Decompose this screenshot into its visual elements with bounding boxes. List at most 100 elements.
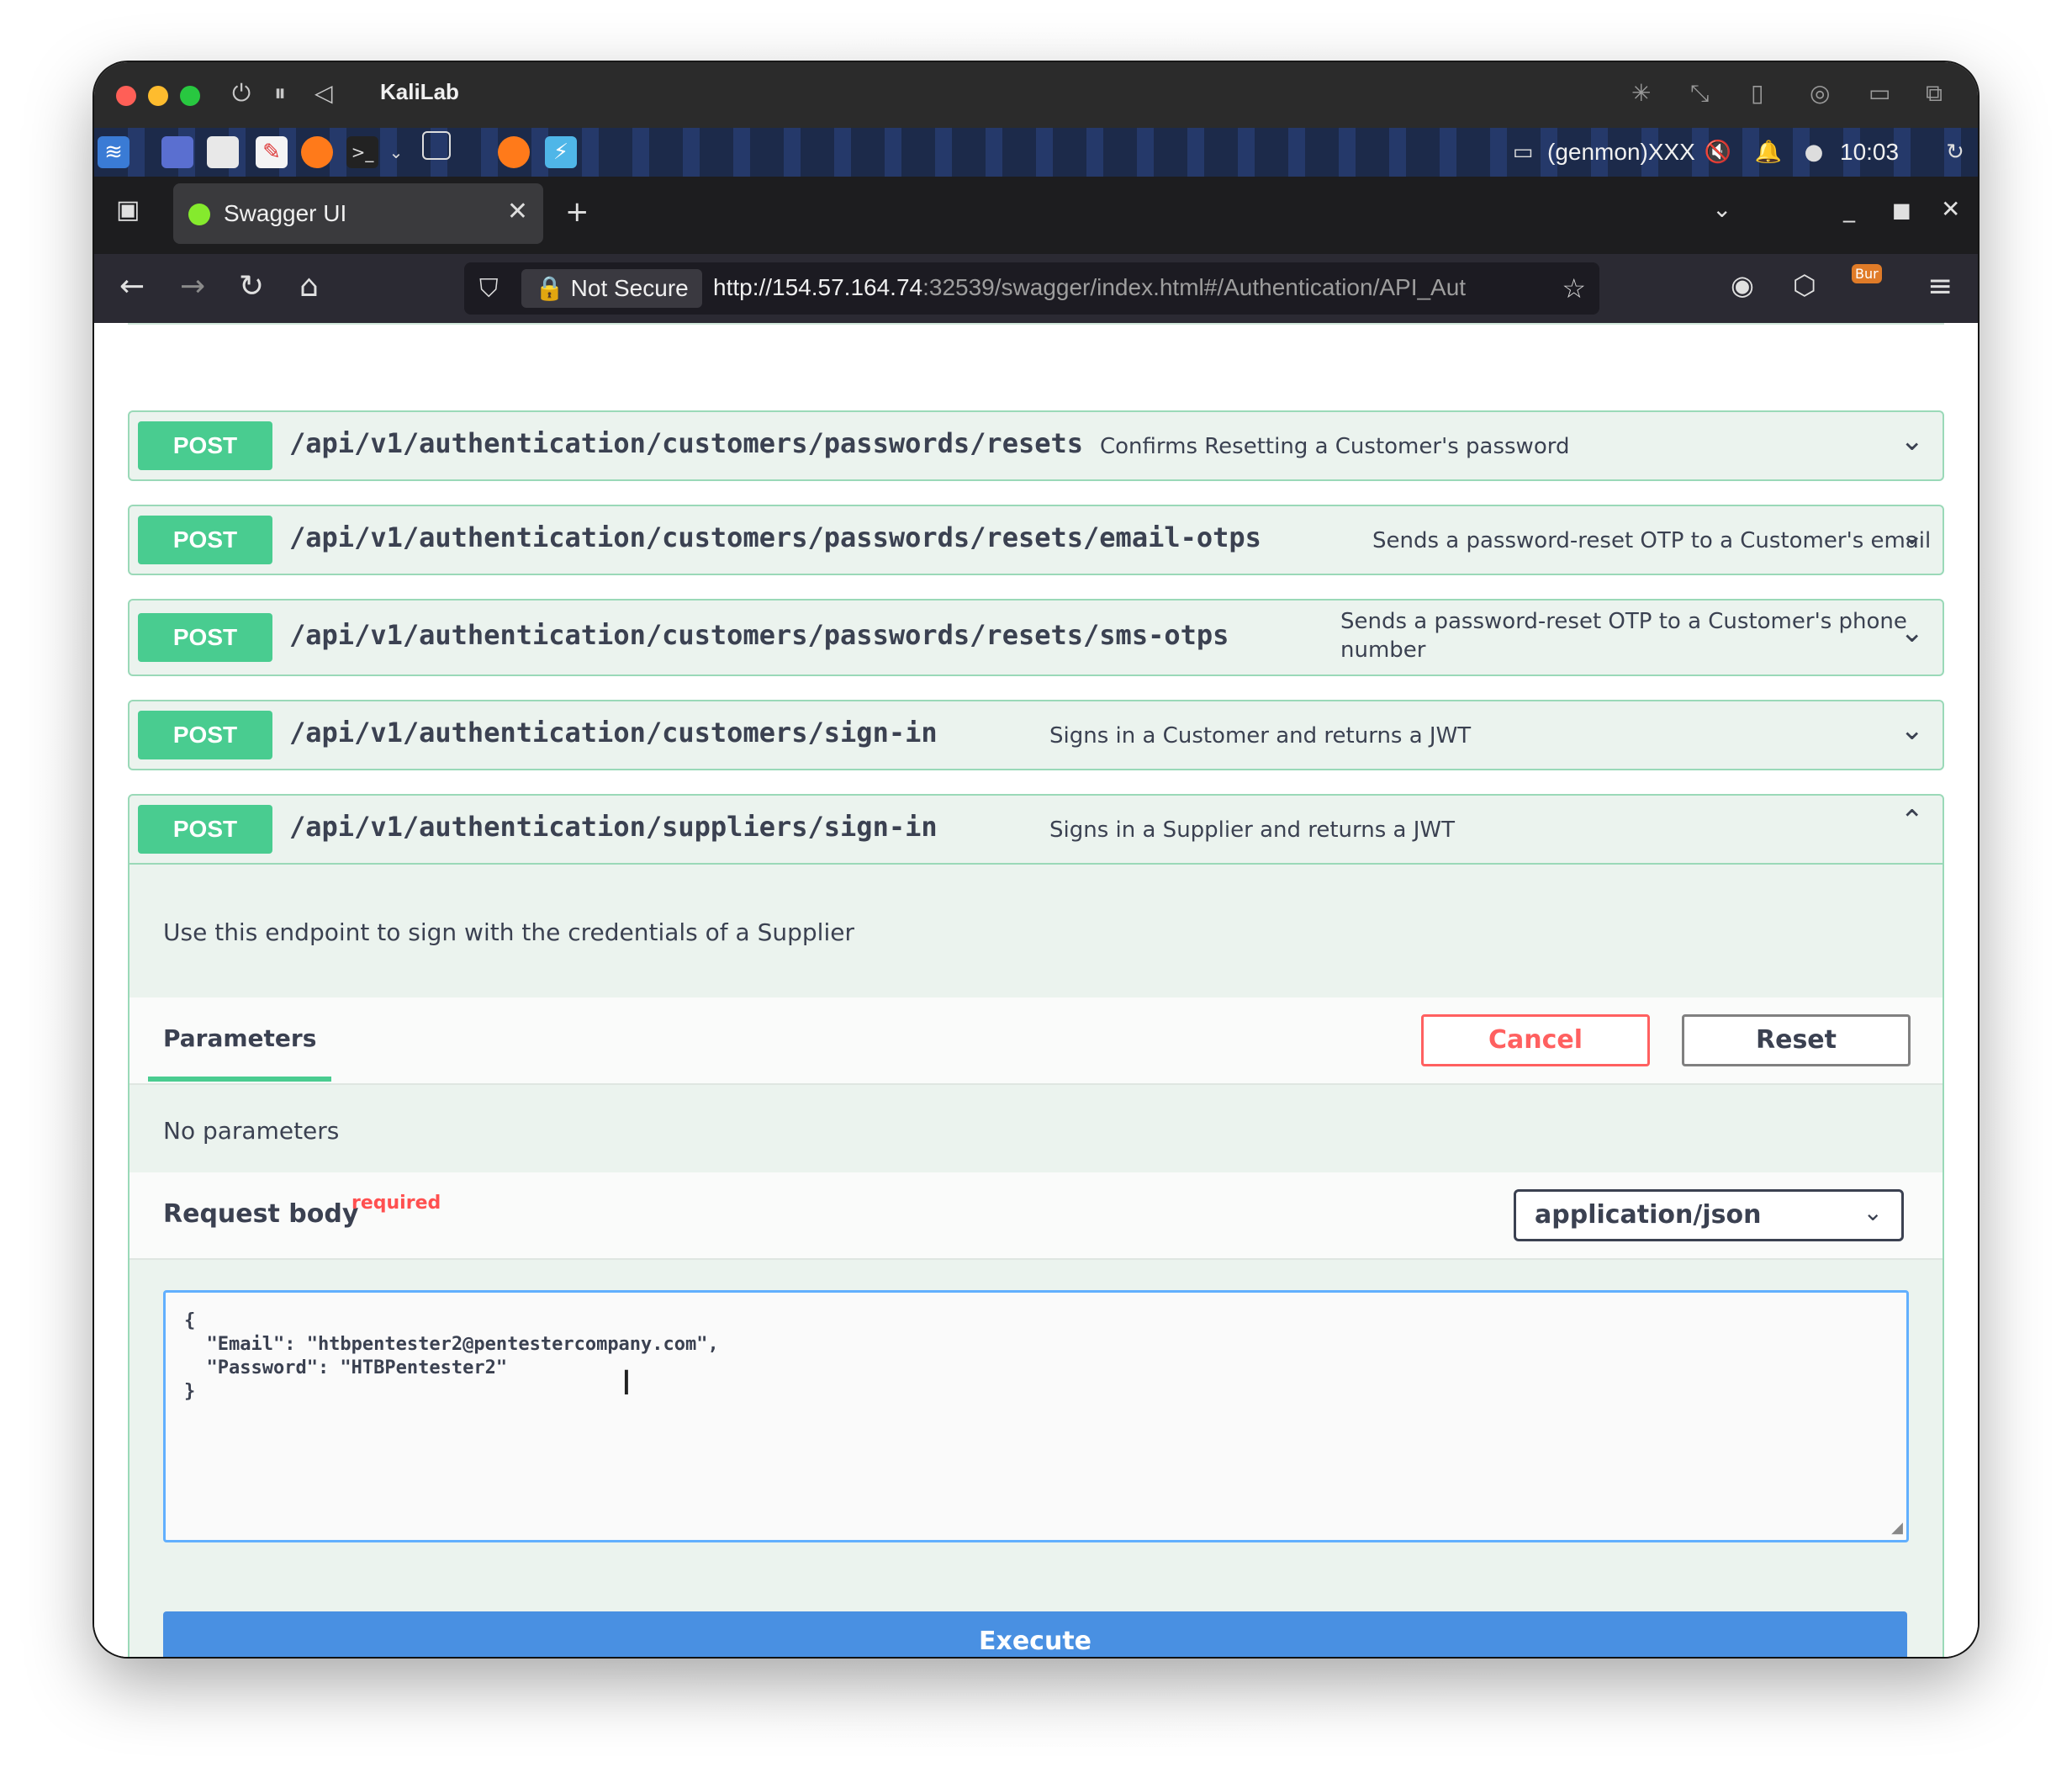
op-path: /api/v1/authentication/suppliers/sign-in [289, 811, 938, 843]
op-path: /api/v1/authentication/customers/passwor… [289, 521, 1261, 553]
op-path: /api/v1/authentication/customers/passwor… [289, 619, 1229, 651]
pause-icon[interactable]: ⏸ [274, 79, 286, 108]
method-badge: POST [138, 711, 272, 759]
opblock-sms-otps[interactable]: POST /api/v1/authentication/customers/pa… [128, 599, 1944, 676]
tab-title: Swagger UI [224, 200, 347, 226]
new-tab-button[interactable]: + [565, 195, 589, 229]
brightness-icon[interactable]: ✳ [1631, 79, 1651, 107]
divider [128, 323, 1944, 325]
maximize-icon[interactable]: ■ [1892, 198, 1911, 222]
network-icon[interactable]: ◎ [1810, 79, 1830, 107]
op-path: /api/v1/authentication/customers/sign-in [289, 717, 938, 749]
reset-button[interactable]: Reset [1682, 1014, 1911, 1066]
method-badge: POST [138, 613, 272, 662]
back-triangle-icon[interactable]: ◁ [314, 79, 333, 107]
text-editor-icon[interactable]: ✎ [256, 136, 288, 168]
op-summary: Confirms Resetting a Customer's password [1100, 434, 1570, 459]
cancel-button[interactable]: Cancel [1421, 1014, 1650, 1066]
op-description: Use this endpoint to sign with the crede… [163, 918, 854, 946]
refresh-panel-icon[interactable]: ↻ [1939, 136, 1971, 168]
opblock-summary[interactable]: POST /api/v1/authentication/suppliers/si… [130, 796, 1942, 865]
required-marker: required [352, 1193, 441, 1214]
op-summary: Sends a password-reset OTP to a Customer… [1372, 528, 1932, 553]
request-body-code[interactable]: { "Email": "htbpentester2@pentestercompa… [184, 1309, 719, 1404]
tab-strip: ▣ Swagger UI ✕ + ⌄ _ ■ ✕ [94, 177, 1978, 254]
text-cursor-icon: I [621, 1364, 632, 1403]
home-icon[interactable]: ⌂ [299, 269, 319, 304]
method-badge: POST [138, 421, 272, 470]
vm-titlebar: ⏻ ⏸ ◁ KaliLab ✳ ⤡ ▯ ◎ ▭ ⧉ [94, 62, 1978, 128]
tab-swagger-ui[interactable]: Swagger UI ✕ [173, 183, 543, 244]
request-body-textarea[interactable]: { "Email": "htbpentester2@pentestercompa… [163, 1290, 1909, 1542]
execute-button[interactable]: Execute [163, 1611, 1907, 1657]
chevron-down-icon: ⌄ [1863, 1198, 1883, 1226]
url-text[interactable]: http://154.57.164.74:32539/swagger/index… [713, 274, 1546, 301]
desktop-icon[interactable] [161, 136, 193, 168]
tab-parameters[interactable]: Parameters [163, 1024, 316, 1052]
method-badge: POST [138, 516, 272, 564]
usb-icon[interactable]: ▯ [1751, 79, 1763, 107]
vm-title: KaliLab [380, 79, 459, 104]
firefox-window-icon[interactable] [498, 136, 530, 168]
terminal-dropdown-icon[interactable]: ⌄ [380, 136, 412, 168]
opblock-email-otps[interactable]: POST /api/v1/authentication/customers/pa… [128, 505, 1944, 575]
op-path: /api/v1/authentication/customers/passwor… [289, 427, 1084, 459]
not-secure-badge[interactable]: 🔒 Not Secure [521, 269, 702, 308]
bell-icon[interactable]: 🔔 [1752, 136, 1784, 168]
extensions-icon[interactable]: ⬡ [1793, 269, 1816, 301]
close-window-icon[interactable]: ✕ [1941, 195, 1960, 223]
workspace-icon[interactable] [422, 131, 451, 160]
content-type-select[interactable]: application/json ⌄ [1514, 1189, 1904, 1241]
chevron-down-icon[interactable]: ⌄ [1900, 616, 1925, 649]
tab-list-chevron-icon[interactable]: ⌄ [1712, 195, 1731, 223]
clock: 10:03 [1840, 139, 1900, 165]
content-type-value: application/json [1535, 1200, 1762, 1230]
method-badge: POST [138, 805, 272, 854]
parameters-header: Parameters Cancel Reset [130, 997, 1942, 1085]
minimize-icon[interactable]: _ [1843, 195, 1855, 223]
no-parameters-text: No parameters [163, 1117, 340, 1145]
window-icon[interactable]: ⧉ [1926, 79, 1942, 108]
firefox-launcher-icon[interactable] [301, 136, 333, 168]
opblock-customers-passwords-resets[interactable]: POST /api/v1/authentication/customers/pa… [128, 410, 1944, 481]
forward-icon[interactable]: → [180, 269, 205, 304]
window-close-button[interactable] [116, 86, 136, 106]
vm-window: ⏻ ⏸ ◁ KaliLab ✳ ⤡ ▯ ◎ ▭ ⧉ ≋ ✎ >_ ⌄ ⚡ ▭ (… [94, 62, 1978, 1657]
back-icon[interactable]: ← [119, 269, 145, 304]
request-body-header: Request body required application/json ⌄ [130, 1172, 1942, 1260]
chevron-down-icon[interactable]: ⌄ [1900, 518, 1925, 552]
tracking-shield-icon[interactable]: ⛉ [479, 274, 499, 304]
bookmark-star-icon[interactable]: ☆ [1562, 272, 1586, 304]
window-minimize-button[interactable] [148, 86, 168, 106]
terminal-icon[interactable]: >_ [346, 136, 378, 168]
url-bar[interactable]: ⛉ 🔒 Not Secure http://154.57.164.74:3253… [464, 262, 1599, 315]
muted-speaker-icon[interactable]: 🔇 [1702, 136, 1734, 168]
burp-window-icon[interactable]: ⚡ [545, 136, 577, 168]
tab-close-icon[interactable]: ✕ [507, 197, 528, 226]
request-body-title: Request body [163, 1199, 359, 1229]
power-status-icon[interactable]: ● [1798, 136, 1830, 168]
genmon-text: (genmon)XXX [1547, 139, 1695, 165]
burp-extension-icon[interactable]: Bur [1852, 264, 1882, 283]
op-summary-line1: Sends a password-reset OTP to a Customer… [1340, 609, 1907, 634]
opblock-customers-sign-in[interactable]: POST /api/v1/authentication/customers/si… [128, 700, 1944, 770]
tab-overview-icon[interactable]: ▣ [116, 195, 140, 225]
reload-icon[interactable]: ↻ [239, 269, 264, 304]
kali-menu-icon[interactable]: ≋ [98, 136, 130, 168]
kali-panel: ≋ ✎ >_ ⌄ ⚡ ▭ (genmon)XXX 🔇 🔔 ● 10:03 ↻ [94, 128, 1978, 177]
chevron-down-icon[interactable]: ⌄ [1900, 713, 1925, 747]
account-icon[interactable]: ◉ [1731, 269, 1754, 301]
monitor-icon: ▭ [1512, 140, 1534, 165]
op-summary-line2: number [1340, 638, 1426, 663]
navigation-bar: ← → ↻ ⌂ ⛉ 🔒 Not Secure http://154.57.164… [94, 254, 1978, 323]
resize-handle-icon[interactable]: ◢ [1891, 1519, 1903, 1537]
window-maximize-button[interactable] [180, 86, 200, 106]
resize-icon[interactable]: ⤡ [1690, 79, 1709, 108]
file-manager-icon[interactable] [207, 136, 239, 168]
op-summary: Signs in a Customer and returns a JWT [1049, 723, 1472, 749]
power-icon[interactable]: ⏻ [232, 79, 251, 108]
menu-icon[interactable]: ≡ [1927, 269, 1953, 304]
chevron-up-icon[interactable]: ⌃ [1900, 804, 1925, 838]
chevron-down-icon[interactable]: ⌄ [1900, 424, 1925, 458]
folder-icon[interactable]: ▭ [1868, 79, 1890, 107]
